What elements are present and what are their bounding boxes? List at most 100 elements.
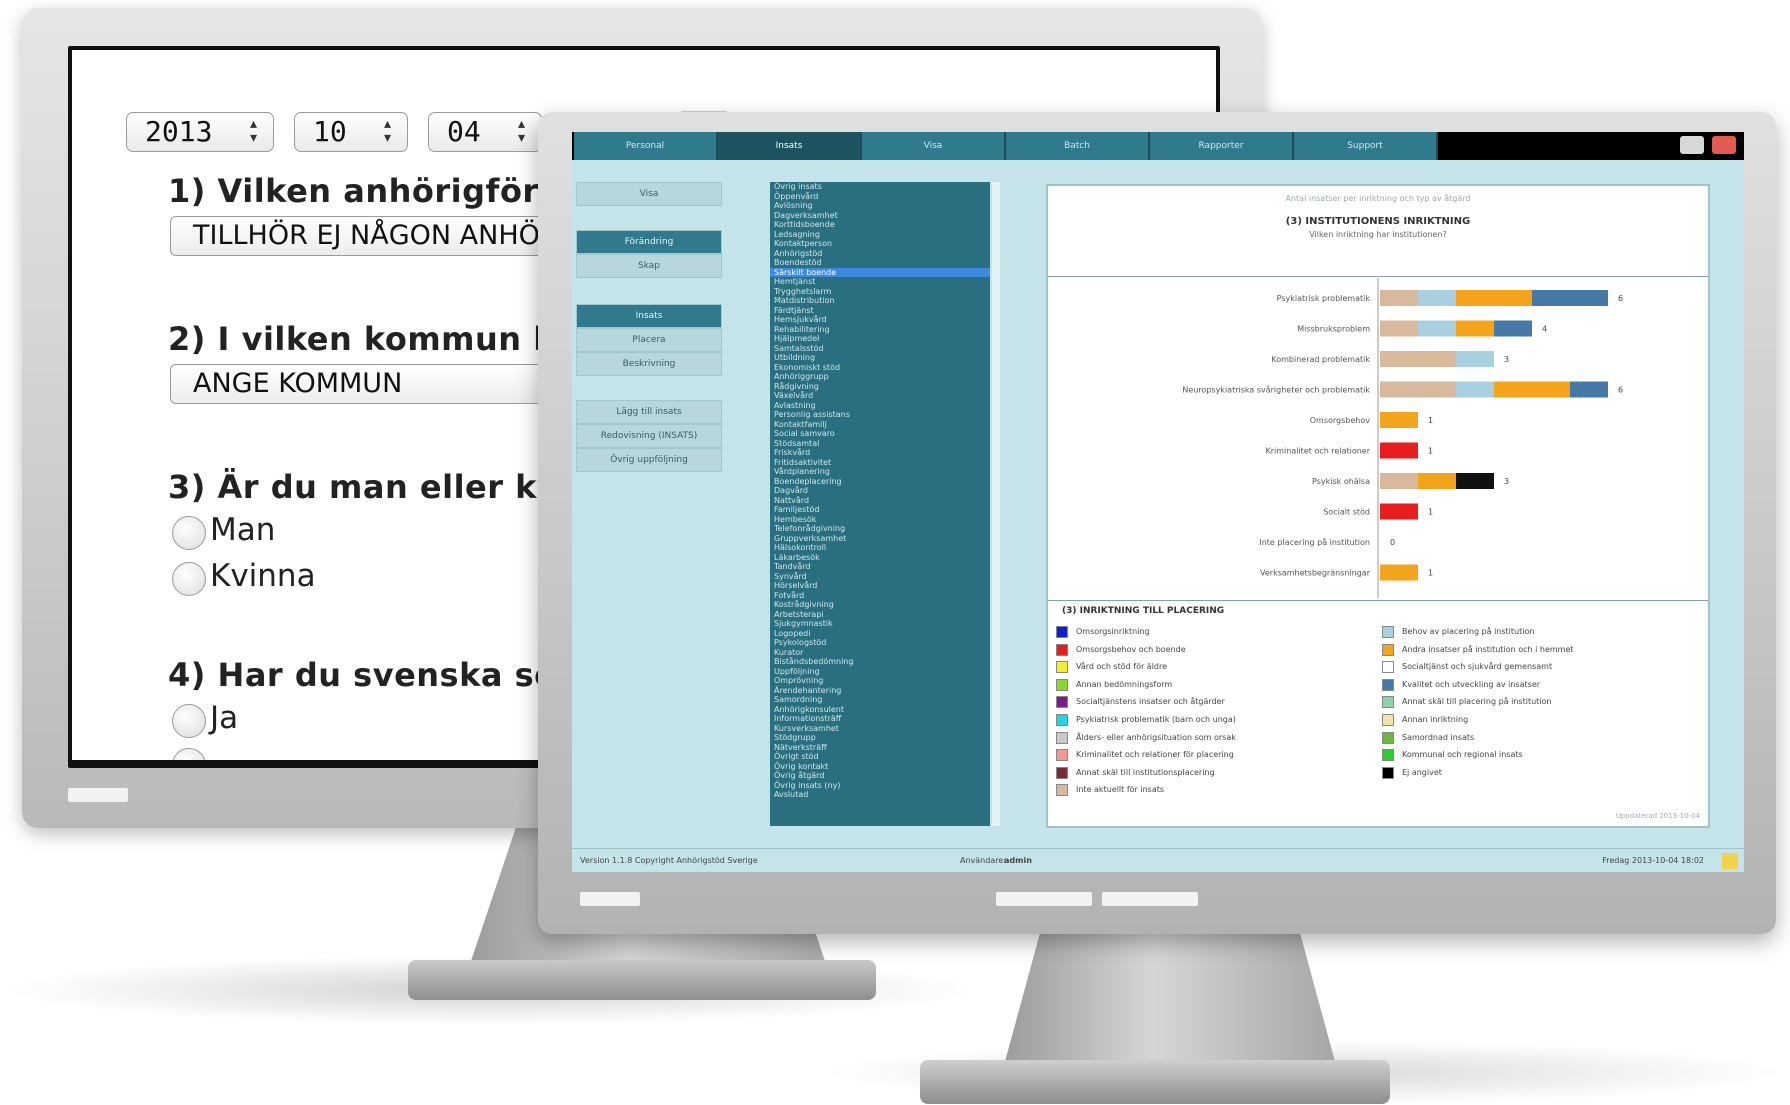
list-item[interactable]: Arbetsterapi [770, 610, 990, 620]
list-item[interactable]: Läkarbesök [770, 553, 990, 563]
list-item[interactable]: Rehabilitering [770, 325, 990, 335]
list-item[interactable]: Kurator [770, 648, 990, 658]
list-item[interactable]: Särskilt boende [770, 267, 990, 277]
list-item[interactable]: Uppföljning [770, 667, 990, 677]
legend-swatch [1056, 784, 1068, 797]
list-item[interactable]: Växelvård [770, 391, 990, 401]
list-item[interactable]: Hälsokontroll [770, 543, 990, 553]
tab-1[interactable]: Insats [718, 132, 862, 160]
radio-kvinna[interactable] [172, 562, 206, 596]
list-item[interactable]: Tandvård [770, 562, 990, 572]
list-item[interactable]: Stödgrupp [770, 733, 990, 743]
list-item[interactable]: Psykologstöd [770, 638, 990, 648]
bar-segment [1380, 564, 1418, 581]
day-spinner[interactable]: 04 ▴ ▾ [428, 112, 542, 152]
list-item[interactable]: Ledsagning [770, 230, 990, 240]
list-item[interactable]: Informationsträff [770, 714, 990, 724]
list-item[interactable]: Kursverksamhet [770, 724, 990, 734]
list-item[interactable]: Telefonrådgivning [770, 524, 990, 534]
list-item[interactable]: Korttidsboende [770, 220, 990, 230]
list-item[interactable]: Boendestöd [770, 258, 990, 268]
list-item[interactable]: Anhörigkonsulent [770, 705, 990, 715]
list-item[interactable]: Hemtjänst [770, 277, 990, 287]
list-item[interactable]: Stödsamtal [770, 439, 990, 449]
list-item[interactable]: Kontaktfamilj [770, 420, 990, 430]
list-item[interactable]: Matdistribution [770, 296, 990, 306]
list-item[interactable]: Anhörigstöd [770, 249, 990, 259]
list-item[interactable]: Dagverksamhet [770, 211, 990, 221]
nav-button[interactable]: Redovisning (INSATS) [576, 424, 722, 448]
tab-0[interactable]: Personal [574, 132, 718, 160]
minimize-icon[interactable] [1680, 136, 1704, 154]
list-item[interactable]: Övrig åtgärd [770, 771, 990, 781]
list-item[interactable]: Avslutad [770, 790, 990, 800]
radio-ja[interactable] [172, 704, 206, 738]
list-item[interactable]: Hemsjukvård [770, 315, 990, 325]
status-icon[interactable] [1722, 853, 1738, 869]
legend-swatch [1382, 661, 1394, 674]
list-item[interactable]: Friskvård [770, 448, 990, 458]
list-item[interactable]: Trygghetslarm [770, 287, 990, 297]
list-item[interactable]: Övrig kontakt [770, 762, 990, 772]
nav-button[interactable]: Beskrivning [576, 352, 722, 376]
tab-4[interactable]: Rapporter [1150, 132, 1294, 160]
list-item[interactable]: Samtalsstöd [770, 344, 990, 354]
tab-2[interactable]: Visa [862, 132, 1006, 160]
nav-button[interactable]: Övrig uppföljning [576, 448, 722, 472]
legend-swatch [1056, 661, 1068, 674]
list-item[interactable]: Kostrådgivning [770, 600, 990, 610]
list-item[interactable]: Social samvaro [770, 429, 990, 439]
list-item[interactable]: Färdtjänst [770, 306, 990, 316]
list-item[interactable]: Personlig assistans [770, 410, 990, 420]
nav-button[interactable]: Förändring [576, 230, 722, 254]
list-item[interactable]: Anhöriggrupp [770, 372, 990, 382]
nav-button[interactable]: Visa [576, 182, 722, 206]
tab-5[interactable]: Support [1294, 132, 1438, 160]
list-item[interactable]: Avlösning [770, 201, 990, 211]
radio-nej[interactable] [172, 748, 206, 760]
list-item[interactable]: Ärendehantering [770, 686, 990, 696]
list-item[interactable]: Öppenvård [770, 192, 990, 202]
chart-title: (3) INSTITUTIONENS INRIKTNING [1285, 216, 1471, 227]
list-item[interactable]: Avlastning [770, 401, 990, 411]
radio-kvinna-label: Kvinna [210, 558, 316, 594]
radio-man[interactable] [172, 516, 206, 550]
insats-list[interactable]: Övrig insats Öppenvård Avlösning Dagverksam… [770, 182, 990, 826]
year-spinner[interactable]: 2013 ▴ ▾ [126, 112, 274, 152]
question-1-select-value: TILLHÖR EJ NÅGON ANHÖ [193, 220, 540, 251]
list-item[interactable]: Familjestöd [770, 505, 990, 515]
list-item[interactable]: Nattvård [770, 496, 990, 506]
list-item[interactable]: Biståndsbedömning [770, 657, 990, 667]
list-item[interactable]: Hjälpmedel [770, 334, 990, 344]
list-item[interactable]: Nätverksträff [770, 743, 990, 753]
list-item[interactable]: Kontaktperson [770, 239, 990, 249]
bar-segment [1380, 381, 1456, 398]
list-item[interactable]: Ekonomiskt stöd [770, 363, 990, 373]
nav-button[interactable]: Skap [576, 254, 722, 278]
list-item[interactable]: Övrigt stöd [770, 752, 990, 762]
list-item[interactable]: Vårdplanering [770, 467, 990, 477]
list-item[interactable]: Sjukgymnastik [770, 619, 990, 629]
nav-button[interactable]: Lägg till insats [576, 400, 722, 424]
list-item[interactable]: Boendeplacering [770, 477, 990, 487]
list-scrollbar[interactable] [992, 182, 1000, 826]
list-item[interactable]: Övrig insats (ny) [770, 781, 990, 791]
month-spinner[interactable]: 10 ▴ ▾ [294, 112, 408, 152]
nav-button[interactable]: Placera [576, 328, 722, 352]
list-item[interactable]: Samordning [770, 695, 990, 705]
list-item[interactable]: Fritidsaktivitet [770, 458, 990, 468]
list-item[interactable]: Logopedi [770, 629, 990, 639]
list-item[interactable]: Hembesök [770, 515, 990, 525]
list-item[interactable]: Övrig insats [770, 182, 990, 192]
list-item[interactable]: Omprövning [770, 676, 990, 686]
list-item[interactable]: Fotvård [770, 591, 990, 601]
list-item[interactable]: Synvård [770, 572, 990, 582]
list-item[interactable]: Utbildning [770, 353, 990, 363]
tab-3[interactable]: Batch [1006, 132, 1150, 160]
list-item[interactable]: Hörselvård [770, 581, 990, 591]
list-item[interactable]: Rådgivning [770, 382, 990, 392]
close-icon[interactable] [1712, 136, 1736, 154]
nav-button[interactable]: Insats [576, 304, 722, 328]
list-item[interactable]: Gruppverksamhet [770, 534, 990, 544]
list-item[interactable]: Dagvård [770, 486, 990, 496]
